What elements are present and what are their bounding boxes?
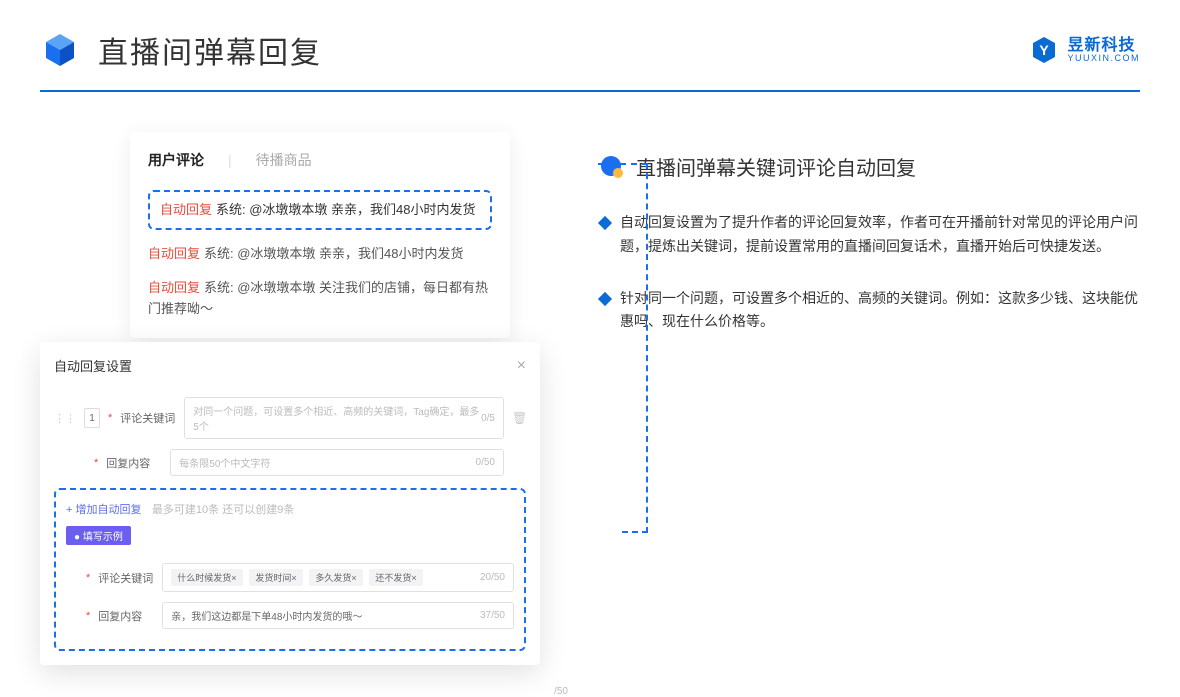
highlighted-comment: 自动回复系统: @冰墩墩本墩 亲亲，我们48小时内发货 [148,190,492,230]
brand-logo: Y 昱新科技 YUUXIN.COM [1029,35,1140,65]
keyword-tag[interactable]: 多久发货× [309,569,362,586]
header-left: 直播间弹幕回复 [40,28,322,72]
keyword-tag[interactable]: 还不发货× [369,569,422,586]
bullet-point: 针对同一个问题，可设置多个相近的、高频的关键词。例如：这款多少钱、这块能优惠吗、… [600,287,1140,335]
bullet-text: 针对同一个问题，可设置多个相近的、高频的关键词。例如：这款多少钱、这块能优惠吗、… [620,287,1140,335]
brand-name-en: YUUXIN.COM [1067,54,1140,63]
page-title: 直播间弹幕回复 [98,28,322,72]
comment-row: 自动回复系统: @冰墩墩本墩 关注我们的店铺，每日都有热门推荐呦～ [148,278,492,320]
tab-divider: | [228,152,232,168]
placeholder-text: 每条限50个中文字符 [179,455,270,470]
content-input[interactable]: 每条限50个中文字符 0/50 [170,449,504,476]
example-keyword-row: * 评论关键词 什么时候发货× 发货时间× 多久发货× 还不发货× 20/50 [66,563,514,592]
auto-reply-label: 自动回复 [148,246,200,261]
comment-row: 自动回复系统: @冰墩墩本墩 亲亲，我们48小时内发货 [148,244,492,265]
example-content-input[interactable]: 亲，我们这边都是下单48小时内发货的哦～ 37/50 [162,602,514,629]
keyword-row: ⋮⋮ 1 * 评论关键词 对同一个问题，可设置多个相近、高频的关键词，Tag确定… [54,397,526,439]
section-title: 直播间弹幕关键词评论自动回复 [636,152,916,181]
auto-reply-label: 自动回复 [148,280,200,295]
tab-pending-goods[interactable]: 待播商品 [256,150,312,170]
add-hint: 最多可建10条 还可以创建9条 [152,504,294,516]
diamond-bullet-icon [598,216,612,230]
example-badge: ● 填写示例 [66,526,131,545]
char-count: 0/50 [476,457,495,468]
blob-icon [600,155,624,179]
comment-text: 系统: @冰墩墩本墩 亲亲，我们48小时内发货 [204,246,464,261]
row-number: 1 [84,408,100,428]
modal-title: 自动回复设置 [54,356,132,375]
bullet-text: 自动回复设置为了提升作者的评论回复效率，作者可在开播前针对常见的评论用户问题，提… [620,211,1140,259]
char-count: 0/5 [481,413,495,424]
brand-icon: Y [1029,35,1059,65]
placeholder-text: 对同一个问题，可设置多个相近、高频的关键词，Tag确定，最多5个 [193,403,481,433]
description-column: 直播间弹幕关键词评论自动回复 自动回复设置为了提升作者的评论回复效率，作者可在开… [600,132,1140,612]
trash-icon[interactable]: 🗑 [512,411,526,425]
keyword-tag[interactable]: 发货时间× [249,569,302,586]
example-keyword-input[interactable]: 什么时候发货× 发货时间× 多久发货× 还不发货× 20/50 [162,563,514,592]
char-count: 37/50 [480,610,505,621]
content-row: * 回复内容 每条限50个中文字符 0/50 [54,449,526,476]
comments-panel: 用户评论 | 待播商品 自动回复系统: @冰墩墩本墩 亲亲，我们48小时内发货 … [130,132,510,338]
auto-reply-settings-modal: 自动回复设置 × ⋮⋮ 1 * 评论关键词 对同一个问题，可设置多个相近、高频的… [40,342,540,665]
keyword-input[interactable]: 对同一个问题，可设置多个相近、高频的关键词，Tag确定，最多5个 0/5 [184,397,504,439]
keyword-label: 评论关键词 [98,570,154,586]
screenshot-column: 用户评论 | 待播商品 自动回复系统: @冰墩墩本墩 亲亲，我们48小时内发货 … [40,132,540,612]
svg-text:Y: Y [1040,42,1050,58]
example-section: + 增加自动回复 最多可建10条 还可以创建9条 ● 填写示例 * 评论关键词 … [54,488,526,651]
content-label: 回复内容 [98,608,154,624]
tab-user-comments[interactable]: 用户评论 [148,150,204,170]
keyword-tag[interactable]: 什么时候发货× [171,569,242,586]
content-label: 回复内容 [106,455,162,471]
keyword-label: 评论关键词 [120,410,176,426]
comment-text: 系统: @冰墩墩本墩 亲亲，我们48小时内发货 [216,202,476,217]
required-star: * [108,412,112,424]
outer-char-count: /50 [554,686,568,697]
drag-handle-icon[interactable]: ⋮⋮ [54,412,76,425]
diamond-bullet-icon [598,292,612,306]
add-auto-reply-link[interactable]: + 增加自动回复 [66,504,141,516]
bullet-point: 自动回复设置为了提升作者的评论回复效率，作者可在开播前针对常见的评论用户问题，提… [600,211,1140,259]
required-star: * [86,610,90,622]
page-header: 直播间弹幕回复 Y 昱新科技 YUUXIN.COM [0,0,1180,72]
required-star: * [94,457,98,469]
tag-container: 什么时候发货× 发货时间× 多久发货× 还不发货× [171,569,426,586]
brand-name-cn: 昱新科技 [1067,38,1140,54]
connector-line [622,531,648,533]
close-icon[interactable]: × [517,357,526,375]
input-value: 亲，我们这边都是下单48小时内发货的哦～ [171,608,362,623]
example-content-row: * 回复内容 亲，我们这边都是下单48小时内发货的哦～ 37/50 [66,602,514,629]
connector-line [646,163,648,533]
required-star: * [86,572,90,584]
auto-reply-label: 自动回复 [160,202,212,217]
cube-icon [40,30,80,70]
char-count: 20/50 [480,572,505,583]
